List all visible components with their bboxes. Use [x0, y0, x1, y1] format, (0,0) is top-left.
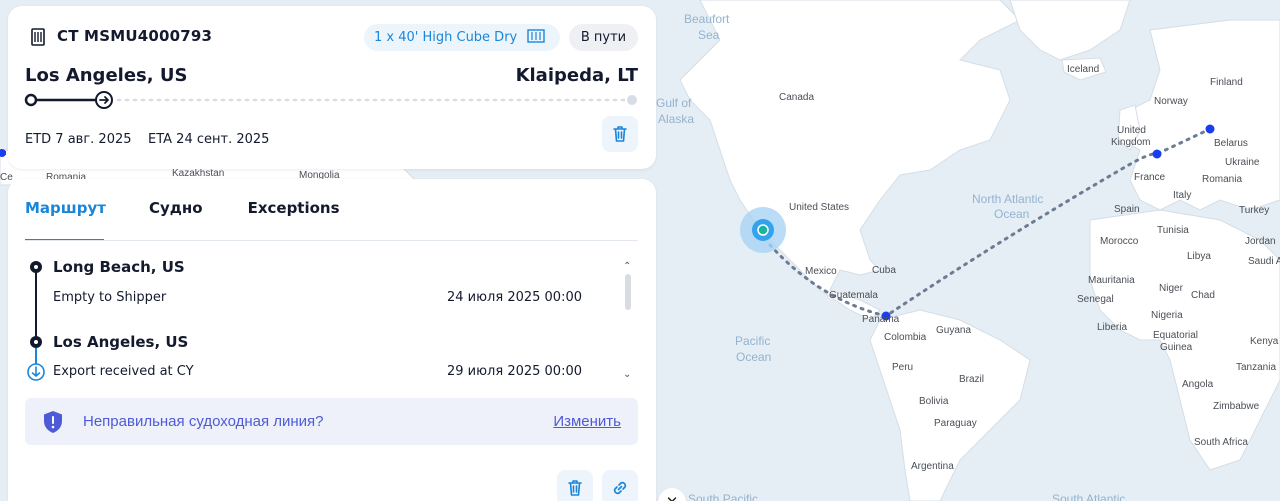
map-label: Italy: [1173, 190, 1192, 201]
ocean-label: Gulf of: [656, 96, 692, 110]
map-label: Norway: [1154, 96, 1188, 107]
map-label: Senegal: [1077, 294, 1114, 305]
scroll-down-icon[interactable]: ⌄: [623, 369, 631, 380]
wrong-line-banner: Неправильная судоходная линия? Изменить: [25, 398, 638, 445]
ocean-label: Beaufort: [684, 12, 730, 26]
map-label: Canada: [779, 92, 815, 103]
route-timeline[interactable]: Long Beach, US Empty to Shipper 24 июля …: [25, 254, 635, 394]
map-label: Equatorial: [1153, 330, 1199, 341]
map-label: Guatemala: [829, 290, 878, 301]
ocean-label: North Atlantic: [972, 192, 1044, 206]
scrollbar-thumb[interactable]: [625, 274, 631, 310]
waypoint-marker: [1152, 149, 1162, 159]
destination-marker: [1205, 124, 1215, 134]
map-label: Morocco: [1100, 236, 1139, 247]
shipment-summary-card: CT MSMU4000793 1 x 40' High Cube Dry В п…: [8, 6, 656, 169]
tabs: Маршрут Судно Exceptions: [25, 199, 340, 241]
container-icon: [30, 28, 46, 46]
etd-label: ETD 7 авг. 2025: [25, 132, 132, 147]
event-label: Export received at CY: [53, 364, 194, 379]
trash-icon: [568, 480, 582, 496]
map-label: Panama: [862, 314, 900, 325]
ocean-label: Ocean: [736, 350, 772, 364]
tab-route[interactable]: Маршрут: [25, 199, 106, 241]
eta-label: ETA 24 сент. 2025: [148, 132, 270, 147]
map-label: Guyana: [936, 325, 972, 336]
shield-icon: [44, 411, 62, 433]
event-label: Empty to Shipper: [53, 290, 167, 305]
ocean-label: Alaska: [658, 112, 695, 126]
map-label: Ukraine: [1225, 157, 1260, 168]
origin-city: Los Angeles, US: [25, 65, 188, 86]
origin-marker: [757, 224, 769, 236]
map-label: Kenya: [1250, 336, 1279, 347]
destination-city: Klaipeda, LT: [515, 65, 638, 86]
ocean-label: Sea: [698, 28, 720, 42]
map-label: Mexico: [805, 266, 837, 277]
map-label: Libya: [1187, 251, 1211, 262]
change-line-link[interactable]: Изменить: [553, 413, 621, 430]
trash-icon: [613, 126, 627, 142]
shipment-details-card: Маршрут Судно Exceptions Long Beach, US …: [8, 179, 656, 501]
scroll-up-icon[interactable]: ⌃: [623, 261, 631, 272]
ocean-label: Ocean: [994, 207, 1030, 221]
container-id: CT MSMU4000793: [57, 27, 213, 45]
map-label: Tunisia: [1157, 225, 1189, 236]
destination-dot: [627, 95, 637, 105]
map-label: Romania: [1202, 174, 1243, 185]
map-label: Peru: [892, 362, 914, 373]
map-label: Turkey: [1239, 205, 1270, 216]
map-label: Guinea: [1160, 342, 1193, 353]
delete-shipment-button[interactable]: [602, 116, 638, 152]
map-label: France: [1134, 172, 1166, 183]
map-label: South Africa: [1194, 437, 1248, 448]
map-label: Tanzania: [1236, 362, 1277, 373]
map-label: Ce: [0, 172, 13, 183]
tab-divider: [25, 240, 638, 241]
map-label: Nigeria: [1151, 310, 1183, 321]
map-label: Saudi A: [1248, 256, 1280, 267]
map-label: Spain: [1114, 204, 1140, 215]
stop-title: Los Angeles, US: [53, 333, 189, 351]
ocean-label: Pacific: [735, 334, 771, 348]
map-label: Liberia: [1097, 322, 1128, 333]
container-type-label: 1 x 40' High Cube Dry: [374, 30, 518, 45]
delete-button[interactable]: [557, 470, 593, 501]
map-label: United: [1117, 125, 1146, 136]
container-type-badge: 1 x 40' High Cube Dry: [364, 24, 560, 51]
map-label: Finland: [1210, 77, 1243, 88]
map-label: Paraguay: [934, 418, 977, 429]
map-label: Jordan: [1245, 236, 1276, 247]
share-link-button[interactable]: [602, 470, 638, 501]
map-label: Brazil: [959, 374, 985, 385]
tab-vessel[interactable]: Судно: [149, 199, 203, 241]
event-date: 24 июля 2025 00:00: [446, 290, 582, 305]
status-badge: В пути: [569, 24, 638, 51]
map-label: Cuba: [872, 265, 896, 276]
stop-title: Long Beach, US: [53, 258, 185, 276]
map-label: United States: [789, 202, 850, 213]
route-progress-bar: [24, 91, 637, 109]
map-label: Zimbabwe: [1213, 401, 1260, 412]
ocean-label: South Atlantic: [1052, 492, 1126, 501]
container-icon: [525, 28, 545, 47]
map-label: Argentina: [911, 461, 954, 472]
banner-text: Неправильная судоходная линия?: [83, 413, 324, 430]
map-label: Kazakhstan: [172, 168, 225, 179]
map-label: Chad: [1191, 290, 1215, 301]
ocean-label: South Pacific: [688, 492, 759, 501]
origin-dot: [24, 93, 38, 107]
map-label: Bolivia: [919, 396, 949, 407]
map-label: Mauritania: [1088, 275, 1135, 286]
map-label: Kingdom: [1111, 137, 1151, 148]
map-label: Iceland: [1067, 64, 1100, 75]
map-label: Niger: [1159, 283, 1183, 294]
link-icon: [613, 481, 627, 495]
tab-exceptions[interactable]: Exceptions: [248, 199, 340, 241]
map-label: Belarus: [1214, 138, 1248, 149]
map-label: Angola: [1182, 379, 1214, 390]
event-date: 29 июля 2025 00:00: [446, 364, 582, 379]
timeline-track: [27, 261, 45, 381]
map-label: Colombia: [884, 332, 927, 343]
